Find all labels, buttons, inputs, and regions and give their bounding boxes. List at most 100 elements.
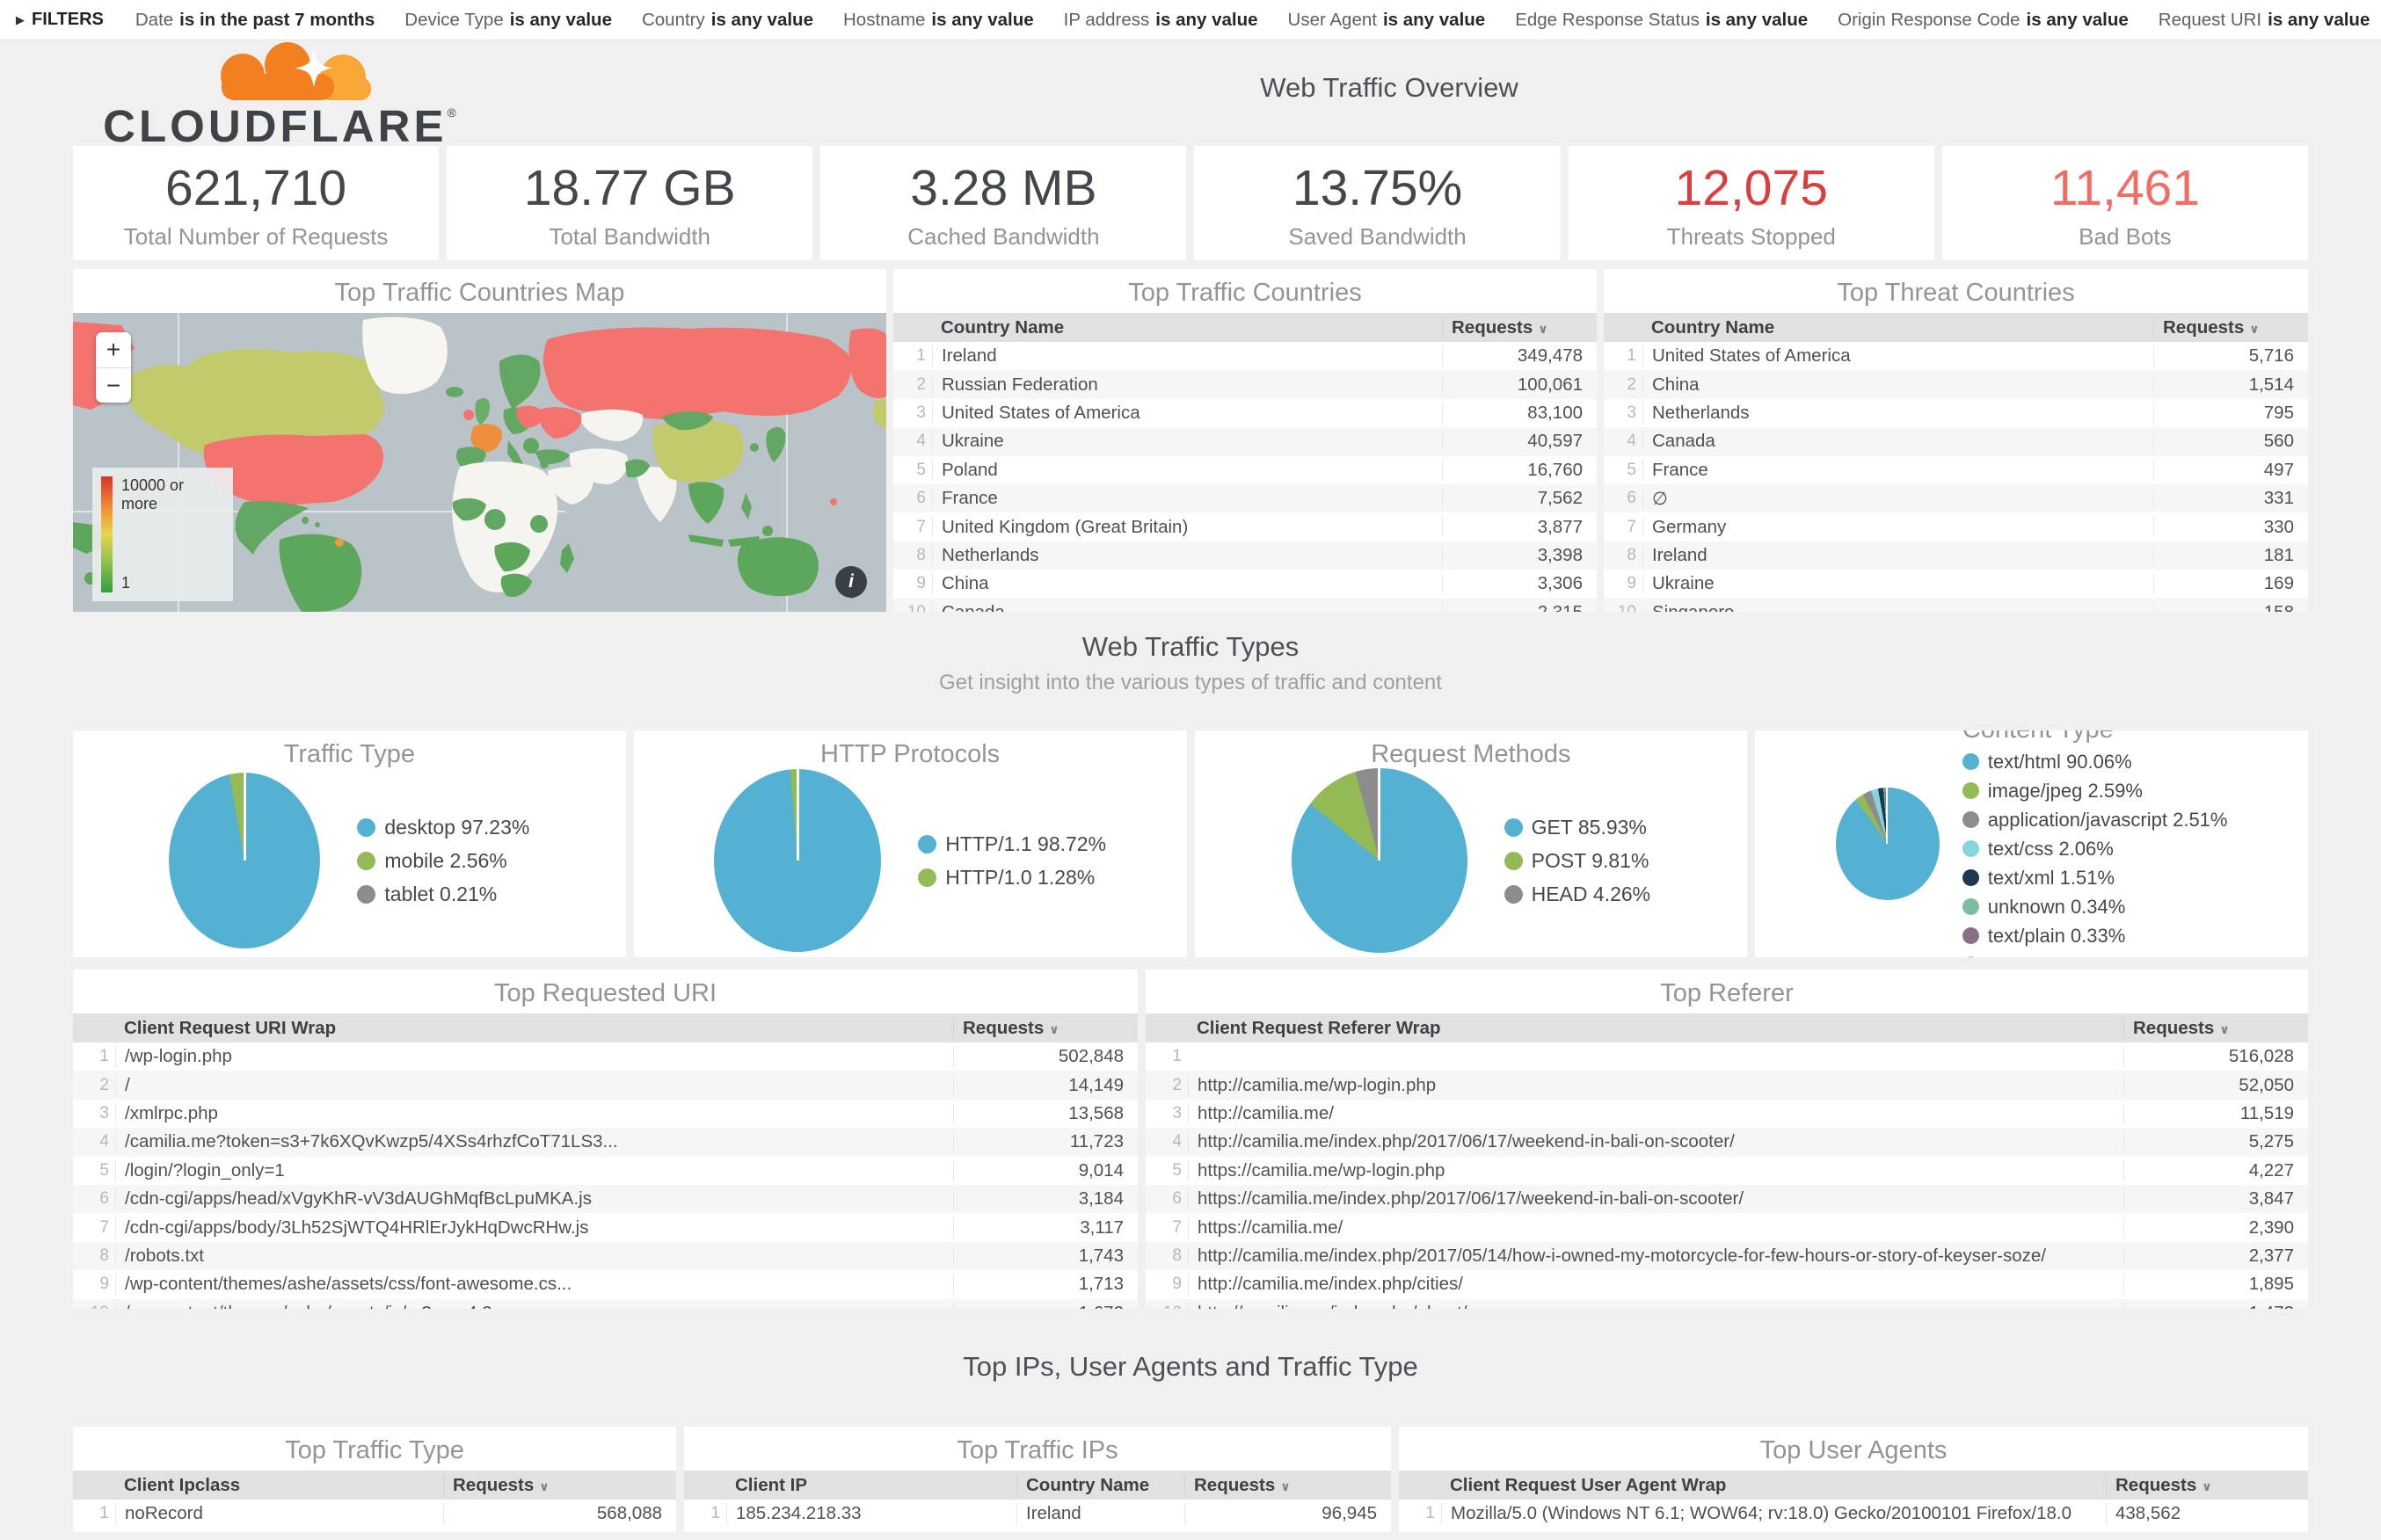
legend-item-http-1-1[interactable]: HTTP/1.1 98.72% [918,832,1106,856]
table-row[interactable]: 6/cdn-cgi/apps/head/xVgyKhR-vV3dAUGhMqfB… [73,1185,1138,1213]
table-row[interactable]: 7United Kingdom (Great Britain)3,877 [893,512,1597,541]
cell-val[interactable]: 5,716 [2153,345,2308,367]
cell-val[interactable]: 83,100 [1442,403,1597,424]
table-row[interactable]: 3Netherlands795 [1604,399,2308,427]
cell-name[interactable]: noRecord [115,1503,443,1524]
cell-name[interactable]: /wp-content/themes/ashe/assets/css/font-… [115,1274,953,1295]
cell-name[interactable]: 185.234.218.33 [726,1503,1016,1524]
table-row[interactable]: 3/xmlrpc.php13,568 [73,1100,1138,1128]
filter-item-ip-address[interactable]: IP addressis any value [1064,10,1258,31]
legend-item-text-xml[interactable]: text/xml 1.51% [1962,867,2228,890]
column-header-country-name[interactable]: Country Name [1016,1475,1184,1496]
legend-item-desktop[interactable]: desktop 97.23% [357,816,529,839]
cell-val[interactable]: 1,514 [2153,374,2308,396]
legend-item-application-javascript[interactable]: application/javascript 2.51% [1962,809,2228,832]
column-header-requests[interactable]: Requests∨ [443,1475,676,1496]
cell-name[interactable]: https://camilia.me/ [1188,1217,2123,1239]
table-row[interactable]: 6https://camilia.me/index.php/2017/06/17… [1146,1185,2308,1213]
cell-val[interactable]: 96,945 [1184,1503,1391,1524]
table-row[interactable]: 3http://camilia.me/11,519 [1146,1100,2308,1128]
cell-name[interactable]: /login/?login_only=1 [115,1160,953,1181]
table-row[interactable]: 8/robots.txt1,743 [73,1242,1138,1270]
filter-item-hostname[interactable]: Hostnameis any value [843,10,1034,31]
filter-item-date[interactable]: Dateis in the past 7 months [135,10,375,31]
cell-name[interactable]: Russian Federation [932,374,1442,396]
cell-val[interactable]: 3,306 [1442,573,1597,594]
http-protocols-pie-chart[interactable] [714,769,881,952]
cell-name[interactable]: Netherlands [932,545,1442,566]
table-row[interactable]: 1Mozilla/5.0 (Windows NT 6.1; WOW64; rv:… [1399,1500,2308,1528]
cell-name[interactable]: http://camilia.me/index.php/2017/05/14/h… [1188,1246,2123,1267]
column-header-requests[interactable]: Requests∨ [1184,1475,1391,1496]
column-header-country-name[interactable]: Country Name [932,317,1442,338]
cell-name[interactable]: China [1642,374,2153,396]
table-row[interactable]: 7https://camilia.me/2,390 [1146,1213,2308,1241]
zoom-in-button[interactable]: + [96,332,131,367]
cell-val[interactable]: 181 [2153,545,2308,566]
cell-name[interactable]: United Kingdom (Great Britain) [932,517,1442,538]
cell-name[interactable]: /robots.txt [115,1246,953,1267]
filter-item-request-uri[interactable]: Request URIis any value [2159,10,2370,31]
cell-val[interactable]: 3,117 [953,1217,1138,1239]
table-row[interactable]: 6France7,562 [893,484,1597,512]
table-row[interactable]: 2/14,149 [73,1071,1138,1099]
table-row[interactable]: 10/wp-content/themes/ashe/assets/js/...?… [73,1299,1138,1309]
traffic-type-pie-chart[interactable] [169,773,320,948]
legend-item-0-20[interactable]: 0.20% [1962,954,2228,958]
filters-toggle[interactable]: ▶ FILTERS [16,10,104,30]
column-header-uri-wrap[interactable]: Client Request URI Wrap [115,1018,953,1039]
cell-name[interactable]: http://camilia.me/ [1188,1103,2123,1124]
table-row[interactable]: 9China3,306 [893,570,1597,598]
cell-name[interactable]: Ukraine [932,431,1442,452]
cell-name2[interactable]: 438,562 [2106,1503,2308,1524]
table-row[interactable]: 8http://camilia.me/index.php/2017/05/14/… [1146,1242,2308,1270]
cell-val[interactable]: 2,315 [1442,602,1597,612]
cell-val[interactable]: 158 [2153,602,2308,612]
table-row[interactable]: 4/camilia.me?token=s3+7k6XQvKwzp5/4XSs4r… [73,1128,1138,1156]
cell-name2[interactable]: Ireland [1016,1503,1184,1524]
cell-val[interactable]: 1,743 [953,1246,1138,1267]
legend-item-post[interactable]: POST 9.81% [1504,849,1651,873]
cell-val[interactable]: 349,478 [1442,345,1597,367]
cell-name[interactable]: Singapore [1642,602,2153,612]
cell-val[interactable]: 568,088 [443,1503,676,1524]
cell-val[interactable]: 11,723 [953,1131,1138,1152]
cell-name[interactable]: Poland [932,460,1442,481]
cell-name[interactable]: Mozilla/5.0 (Windows NT 6.1; WOW64; rv:1… [1441,1503,2106,1524]
table-row[interactable]: 6∅331 [1604,484,2308,512]
cell-name[interactable]: Ireland [932,345,1442,367]
cell-val[interactable]: 100,061 [1442,374,1597,396]
column-header-requests[interactable]: Requests∨ [953,1018,1138,1039]
legend-item-unknown[interactable]: unknown 0.34% [1962,896,2228,919]
filter-item-user-agent[interactable]: User Agentis any value [1288,10,1486,31]
cell-name[interactable]: Netherlands [1642,403,2153,424]
cell-val[interactable]: 795 [2153,403,2308,424]
column-header-requests[interactable]: Requests∨ [2106,1475,2308,1496]
table-row[interactable]: 2China1,514 [1604,370,2308,398]
cell-name[interactable]: Ukraine [1642,573,2153,594]
cell-name[interactable]: United States of America [932,403,1442,424]
cell-val[interactable]: 11,519 [2123,1103,2308,1124]
cell-val[interactable]: 3,877 [1442,517,1597,538]
cell-val[interactable]: 331 [2153,488,2308,509]
table-row[interactable]: 10Singapore158 [1604,599,2308,612]
cell-name[interactable]: /xmlrpc.php [115,1103,953,1124]
column-header-requests[interactable]: Requests∨ [1442,317,1597,338]
cell-name[interactable]: http://camilia.me/index.php/about/ [1188,1303,2123,1309]
column-header-user-agent-wrap[interactable]: Client Request User Agent Wrap [1441,1475,2106,1496]
cell-val[interactable]: 1,895 [2123,1274,2308,1295]
cell-val[interactable]: 516,028 [2123,1046,2308,1067]
cell-name[interactable]: Ireland [1642,545,2153,566]
cell-val[interactable]: 2,390 [2123,1217,2308,1239]
cell-name[interactable]: /wp-content/themes/ashe/assets/js/...?ve… [115,1303,953,1309]
zoom-out-button[interactable]: − [96,367,131,403]
table-row[interactable]: 5https://camilia.me/wp-login.php4,227 [1146,1157,2308,1185]
cell-name[interactable]: /camilia.me?token=s3+7k6XQvKwzp5/4XSs4rh… [115,1131,953,1152]
cell-name[interactable]: France [1642,460,2153,481]
table-row[interactable]: 4Canada560 [1604,427,2308,455]
cell-name[interactable]: http://camilia.me/wp-login.php [1188,1075,2123,1096]
cell-name[interactable]: ∅ [1642,488,2153,510]
legend-item-head[interactable]: HEAD 4.26% [1504,883,1651,906]
cell-name[interactable]: France [932,488,1442,509]
table-row[interactable]: 1United States of America5,716 [1604,342,2308,370]
